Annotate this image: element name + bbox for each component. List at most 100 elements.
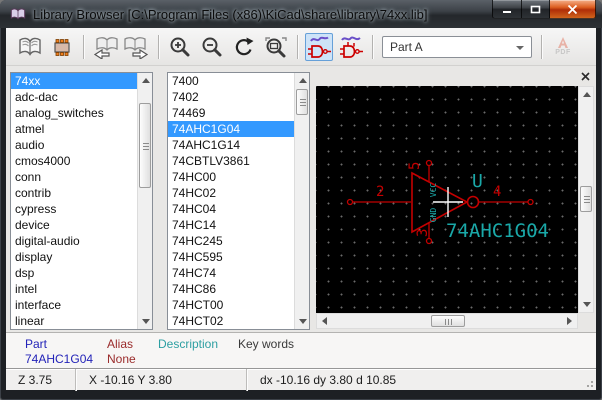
scroll-left-icon[interactable] xyxy=(317,314,332,328)
pin-number-gnd: 3 xyxy=(415,229,431,237)
pin-number-output: 4 xyxy=(493,184,501,200)
library-item[interactable]: audio xyxy=(11,137,139,153)
library-item[interactable]: intel xyxy=(11,281,139,297)
symbol-value: 74AHC1G04 xyxy=(446,220,549,242)
close-icon xyxy=(581,72,590,81)
library-item[interactable]: contrib xyxy=(11,185,139,201)
library-item[interactable]: conn xyxy=(11,169,139,185)
info-header-description: Description xyxy=(158,337,218,351)
info-header-keywords: Key words xyxy=(238,337,294,351)
scrollbar-thumb[interactable] xyxy=(139,103,151,188)
zoom-fit-icon xyxy=(263,35,289,59)
zoom-in-icon xyxy=(168,35,192,59)
component-item[interactable]: 74HCT00 xyxy=(168,297,296,313)
export-pdf-button[interactable]: PDF xyxy=(549,33,577,61)
book-arrow-left-icon xyxy=(92,35,118,59)
canvas-horizontal-scrollbar[interactable] xyxy=(316,313,578,329)
component-item[interactable]: 74HC04 xyxy=(168,201,296,217)
toolbar-separator xyxy=(83,35,84,59)
info-header-alias: Alias xyxy=(107,337,133,351)
pin-number-input: 2 xyxy=(376,184,384,200)
select-library-button[interactable] xyxy=(16,33,44,61)
zoom-in-button[interactable] xyxy=(166,33,194,61)
pane-close-button[interactable] xyxy=(577,68,593,84)
gate-convert-icon xyxy=(338,34,364,60)
scroll-up-icon[interactable] xyxy=(295,73,310,88)
library-list-scrollbar[interactable] xyxy=(137,73,152,329)
library-item[interactable]: cmos4000 xyxy=(11,153,139,169)
library-item[interactable]: cypress xyxy=(11,201,139,217)
close-icon xyxy=(567,5,578,14)
toolbar-separator xyxy=(297,35,298,59)
library-item[interactable]: atmel xyxy=(11,121,139,137)
close-button[interactable] xyxy=(550,0,596,19)
component-item[interactable]: 7402 xyxy=(168,89,296,105)
component-item[interactable]: 7400 xyxy=(168,73,296,89)
window-title: Library Browser [C:\Program Files (x86)\… xyxy=(33,7,427,22)
zoom-out-icon xyxy=(200,35,224,59)
component-item[interactable]: 74HC245 xyxy=(168,233,296,249)
pin-label-gnd: GND xyxy=(429,208,438,223)
library-item[interactable]: interface xyxy=(11,297,139,313)
component-item[interactable]: 74AHC1G04 xyxy=(168,121,296,137)
status-relative-delta: dx -10.16 dy 3.80 d 10.85 xyxy=(248,369,578,391)
part-selector-value: Part A xyxy=(383,40,423,54)
symbol-reference: U xyxy=(472,171,483,192)
book-arrow-right-icon xyxy=(124,35,150,59)
minimize-button[interactable] xyxy=(492,0,522,19)
scroll-right-icon[interactable] xyxy=(562,314,577,328)
library-item[interactable]: display xyxy=(11,249,139,265)
scrollbar-thumb[interactable] xyxy=(580,186,592,212)
gate-standard-icon xyxy=(306,34,332,60)
scrollbar-thumb[interactable] xyxy=(431,315,465,327)
canvas-vertical-scrollbar[interactable] xyxy=(578,86,594,313)
minimize-icon xyxy=(502,5,512,14)
redraw-icon xyxy=(232,35,256,59)
scroll-down-icon[interactable] xyxy=(295,314,310,329)
scroll-down-icon[interactable] xyxy=(579,297,594,312)
component-item[interactable]: 74HC595 xyxy=(168,249,296,265)
library-item[interactable]: device xyxy=(11,217,139,233)
scroll-down-icon[interactable] xyxy=(138,314,153,329)
schematic-canvas[interactable]: 2 4 5 3 VCC GND U 74AHC1G04 xyxy=(316,86,578,313)
component-item[interactable]: 74HC74 xyxy=(168,265,296,281)
component-list: 7400 7402 74469 74AHC1G04 74AHC1G14 74CB… xyxy=(167,72,310,330)
component-item[interactable]: 74HC02 xyxy=(168,185,296,201)
maximize-button[interactable] xyxy=(522,0,550,19)
info-value-alias: None xyxy=(107,352,136,366)
titlebar[interactable]: Library Browser [C:\Program Files (x86)\… xyxy=(0,0,602,28)
view-component-button[interactable] xyxy=(48,33,76,61)
component-list-scrollbar[interactable] xyxy=(294,73,309,329)
resize-grip[interactable] xyxy=(583,377,593,387)
next-part-button[interactable] xyxy=(123,33,151,61)
library-item[interactable]: linear xyxy=(11,313,139,329)
redraw-button[interactable] xyxy=(230,33,258,61)
component-item[interactable]: 74HC86 xyxy=(168,281,296,297)
library-browser-window: Library Browser [C:\Program Files (x86)\… xyxy=(0,0,602,400)
demorgan-convert-button[interactable] xyxy=(337,33,365,61)
component-item[interactable]: 74CBTLV3861 xyxy=(168,153,296,169)
library-item[interactable]: analog_switches xyxy=(11,105,139,121)
library-item[interactable]: adc-dac xyxy=(11,89,139,105)
scroll-up-icon[interactable] xyxy=(579,87,594,102)
component-item[interactable]: 74AHC1G14 xyxy=(168,137,296,153)
scroll-up-icon[interactable] xyxy=(138,73,153,88)
previous-part-button[interactable] xyxy=(91,33,119,61)
zoom-fit-button[interactable] xyxy=(262,33,290,61)
zoom-out-button[interactable] xyxy=(198,33,226,61)
component-item[interactable]: 74HC00 xyxy=(168,169,296,185)
library-item[interactable]: digital-audio xyxy=(11,233,139,249)
library-item[interactable]: dsp xyxy=(11,265,139,281)
status-cursor-position: X -10.16 Y 3.80 xyxy=(77,369,247,391)
component-item[interactable]: 74HCT02 xyxy=(168,313,296,329)
chevron-down-icon xyxy=(516,46,524,50)
scrollbar-thumb[interactable] xyxy=(296,89,308,115)
component-item[interactable]: 74469 xyxy=(168,105,296,121)
demorgan-standard-button[interactable] xyxy=(305,33,333,61)
toolbar-separator xyxy=(541,35,542,59)
component-item[interactable]: 74HC14 xyxy=(168,217,296,233)
library-item[interactable]: 74xx xyxy=(11,73,139,89)
chip-icon xyxy=(50,35,74,59)
pdf-a-icon xyxy=(556,37,570,49)
part-selector-dropdown[interactable]: Part A xyxy=(382,36,532,58)
